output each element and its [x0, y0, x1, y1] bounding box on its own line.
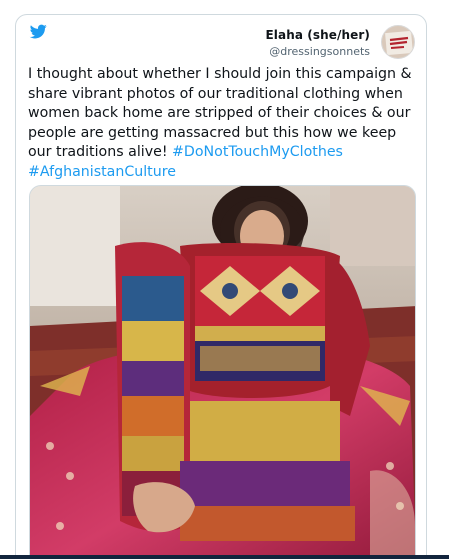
hashtag-link[interactable]: #AfghanistanCulture — [28, 164, 176, 180]
tweet-card[interactable]: Elaha (she/her) @dressingsonnets I thoug… — [15, 14, 427, 559]
tweet-text: I thought about whether I should join th… — [28, 65, 418, 182]
author-handle[interactable]: @dressingsonnets — [265, 46, 370, 57]
photo-icon — [30, 186, 415, 559]
author-name[interactable]: Elaha (she/her) — [265, 29, 370, 41]
page-bottom-edge — [0, 555, 449, 559]
tweet-photo[interactable] — [29, 185, 416, 559]
hashtag-link[interactable]: #DoNotTouchMyClothes — [172, 144, 343, 160]
twitter-bird-icon[interactable] — [29, 23, 48, 40]
author-block[interactable]: Elaha (she/her) @dressingsonnets — [265, 29, 370, 57]
avatar-sign-icon — [382, 26, 414, 58]
avatar[interactable] — [381, 25, 415, 59]
